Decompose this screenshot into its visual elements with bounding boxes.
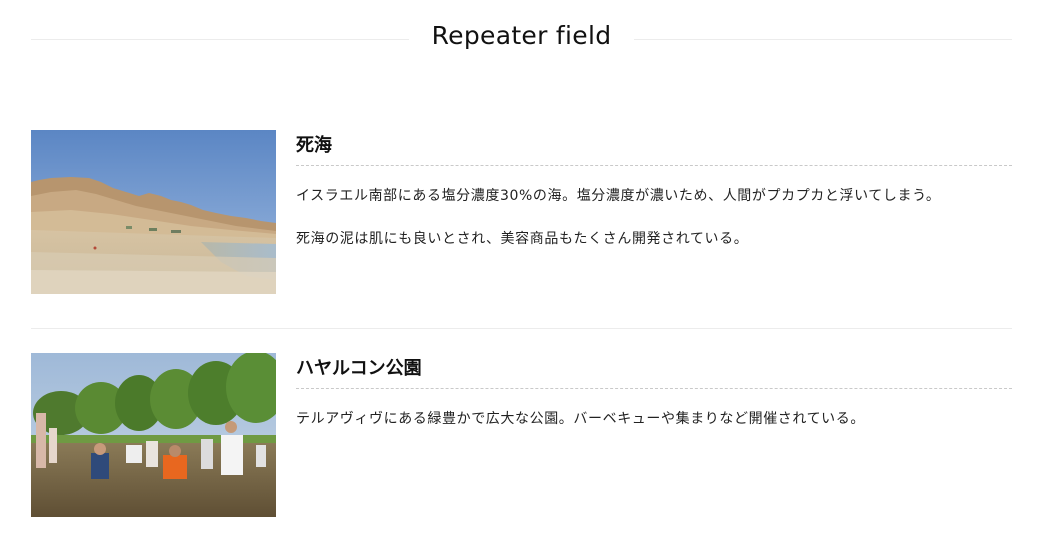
header-rule-right [634,39,1012,40]
repeater-item: ハヤルコン公園 テルアヴィヴにある緑豊かで広大な公園。バーベキューや集まりなど開… [31,353,1012,517]
entry-paragraph: テルアヴィヴにある緑豊かで広大な公園。バーベキューや集まりなど開催されている。 [296,411,865,427]
entry-divider [31,328,1012,329]
hayarkon-park-image [31,353,276,517]
section-title: Repeater field [431,21,612,50]
entry-content: ハヤルコン公園 テルアヴィヴにある緑豊かで広大な公園。バーベキューや集まりなど開… [296,353,1012,429]
entry-content: 死海 イスラエル南部にある塩分濃度30%の海。塩分濃度が濃いため、人間がプカプカ… [296,130,1012,249]
entry-paragraph: イスラエル南部にある塩分濃度30%の海。塩分濃度が濃いため、人間がプカプカと浮い… [296,188,941,204]
repeater-item: 死海 イスラエル南部にある塩分濃度30%の海。塩分濃度が濃いため、人間がプカプカ… [31,130,1012,294]
section-header: Repeater field [31,14,1012,60]
entry-heading: 死海 [296,130,1012,166]
page: Repeater field 死海 イスラエル南部にある塩分濃度30%の海。塩分… [0,0,1043,547]
dead-sea-image [31,130,276,294]
entry-heading: ハヤルコン公園 [296,353,1012,389]
entry-paragraph: 死海の泥は肌にも良いとされ、美容商品もたくさん開発されている。 [296,231,749,247]
